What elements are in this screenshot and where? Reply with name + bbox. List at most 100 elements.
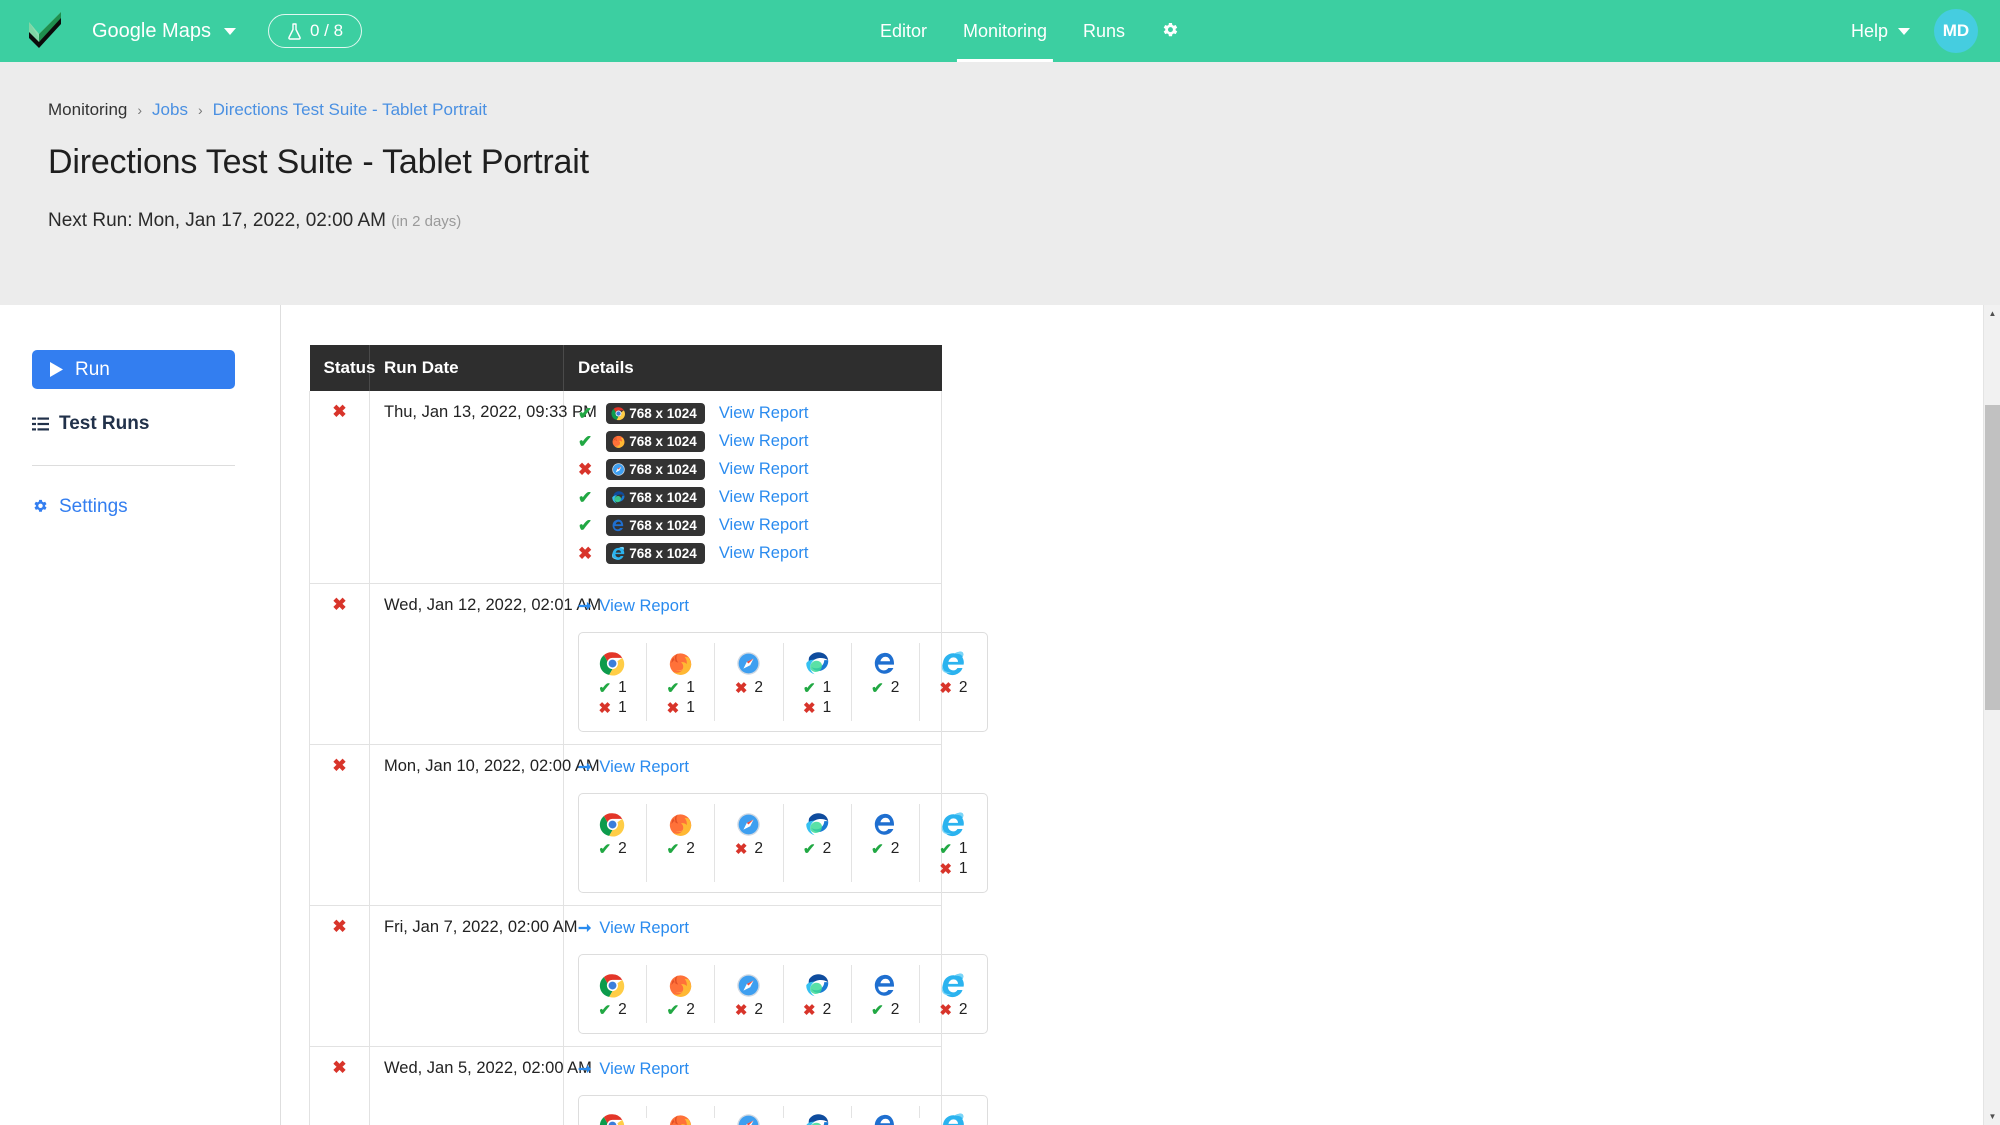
- next-run-info: Next Run: Mon, Jan 17, 2022, 02:00 AM (i…: [48, 210, 2000, 232]
- runs-table-container: Status Run Date Details ✖ Thu, Jan 13, 20…: [281, 305, 2000, 1125]
- sidebar-item-settings[interactable]: Settings: [32, 496, 235, 518]
- view-report-link[interactable]: View Report: [719, 404, 809, 423]
- pass-count: ✔ 2: [871, 840, 899, 858]
- sidebar-item-test-runs[interactable]: Test Runs: [32, 413, 235, 435]
- view-report-link[interactable]: View Report: [719, 544, 809, 563]
- pass-count-value: 2: [686, 840, 695, 857]
- scrollbar-thumb[interactable]: [1985, 405, 2000, 710]
- status-fail-icon: ✖: [578, 460, 593, 479]
- status-pass-icon: ✔: [598, 840, 612, 858]
- browser-summary-cell: ✔ 2: [579, 965, 648, 1023]
- nav-tab-monitoring[interactable]: Monitoring: [945, 0, 1065, 62]
- browser-icon-wrap: [872, 971, 899, 999]
- vertical-scrollbar[interactable]: ▲ ▼: [1983, 305, 2000, 1125]
- run-detail-line: ✔ 768 x 1024 View Report: [578, 403, 927, 424]
- test-count-pill[interactable]: 0 / 8: [267, 14, 363, 48]
- view-report-link[interactable]: ➞ View Report: [578, 757, 927, 777]
- internet-explorer-icon: [941, 812, 964, 836]
- firefox-icon: [612, 435, 625, 448]
- browser-icon-wrap: [735, 971, 762, 999]
- run-date-cell: Thu, Jan 13, 2022, 09:33 PM: [369, 391, 597, 584]
- run-status-cell: ✖: [309, 1046, 370, 1125]
- help-label: Help: [1850, 20, 1888, 41]
- sidebar-item-test-runs-label: Test Runs: [59, 413, 150, 434]
- run-details-cell: ➞ View Report ✔ 2 ✔ 2 ✖ 2: [563, 905, 988, 1047]
- status-fail-icon: ✖: [598, 699, 612, 717]
- nav-settings-button[interactable]: [1143, 0, 1198, 62]
- pass-count-value: 1: [618, 679, 627, 696]
- fail-count-value: 2: [958, 1001, 968, 1018]
- fail-count: ✖ 2: [803, 1001, 831, 1019]
- run-date-cell: Mon, Jan 10, 2022, 02:00 AM: [369, 744, 600, 906]
- browser-summary-cell: ✔ 2: [647, 965, 716, 1023]
- browser-summary-cell: ✔ 1 ✖ 1: [579, 643, 648, 721]
- fail-count: ✖ 1: [667, 699, 695, 717]
- view-report-label: View Report: [599, 918, 689, 937]
- resolution-label: 768 x 1024: [629, 546, 697, 561]
- safari-icon: [612, 463, 625, 476]
- avatar[interactable]: MD: [1934, 9, 1978, 53]
- fail-count: ✖ 2: [735, 1001, 763, 1019]
- pass-count-value: 2: [822, 840, 832, 857]
- run-button[interactable]: Run: [32, 350, 235, 389]
- status-pass-icon: ✔: [578, 432, 593, 451]
- nav-tab-editor[interactable]: Editor: [862, 0, 945, 62]
- browser-summary-cell: ✔ 1 ✖ 1: [647, 643, 716, 721]
- status-fail-icon: ✖: [578, 544, 593, 563]
- status-fail-icon: ✖: [332, 756, 347, 775]
- view-report-link[interactable]: View Report: [719, 432, 809, 451]
- breadcrumb-item-current[interactable]: Directions Test Suite - Tablet Portrait: [213, 100, 487, 120]
- browser-summary-cell: ✖ 2: [715, 643, 784, 721]
- view-report-link[interactable]: View Report: [719, 460, 809, 479]
- project-selector[interactable]: Google Maps: [92, 20, 236, 43]
- view-report-link[interactable]: ➞ View Report: [578, 596, 927, 616]
- internet-explorer-icon: [941, 651, 964, 675]
- browser-summary-box: ✔ 2 ✔ 2 ✖ 2 ✖ 2 ✔ 2 ✖ 2: [578, 954, 988, 1034]
- breadcrumb-item-jobs[interactable]: Jobs: [152, 100, 188, 120]
- view-report-link[interactable]: ➞ View Report: [578, 918, 927, 938]
- chevron-down-icon: [223, 27, 236, 35]
- fail-count-value: 2: [754, 679, 764, 696]
- app-logo[interactable]: [22, 8, 68, 54]
- help-menu[interactable]: Help: [1851, 21, 1910, 42]
- browser-icon-wrap: [667, 810, 694, 838]
- status-pass-icon: ✔: [666, 679, 680, 697]
- pass-count: ✔ 2: [667, 1001, 695, 1019]
- table-header-row: Status Run Date Details: [309, 345, 942, 391]
- edge-legacy-icon: [874, 813, 894, 835]
- status-fail-icon: ✖: [734, 1001, 748, 1019]
- chrome-icon: [600, 1114, 625, 1125]
- breadcrumb-separator: ›: [197, 102, 203, 118]
- project-name: Google Maps: [92, 19, 211, 42]
- browser-summary-cell: ✖ 2: [920, 965, 987, 1023]
- view-report-link[interactable]: View Report: [719, 516, 809, 535]
- browser-summary-cell: [579, 1106, 648, 1125]
- run-details-cell: ➞ View Report ✔ 1 ✖ 1 ✔ 1 ✖ 1 ✖ 2 ✔ 1 ✖ …: [563, 583, 988, 745]
- scroll-down-arrow[interactable]: ▼: [1984, 1108, 2000, 1125]
- view-report-link[interactable]: View Report: [719, 488, 809, 507]
- fail-count-value: 2: [958, 679, 968, 696]
- pass-count: ✔ 2: [803, 840, 831, 858]
- sidebar: Run Test Runs Settings: [0, 305, 281, 1125]
- internet-explorer-icon: [941, 973, 964, 997]
- scroll-up-arrow[interactable]: ▲: [1984, 305, 2000, 322]
- run-date-cell: Wed, Jan 12, 2022, 02:01 AM: [369, 583, 601, 745]
- table-row: ✖ Wed, Jan 12, 2022, 02:01 AM ➞ View Repo…: [309, 583, 988, 745]
- safari-icon: [737, 812, 761, 836]
- nav-tab-runs[interactable]: Runs: [1065, 0, 1143, 62]
- browser-icon-wrap: [735, 1112, 762, 1125]
- view-report-label: View Report: [599, 596, 689, 615]
- view-report-link[interactable]: ➞ View Report: [578, 1059, 927, 1079]
- view-report-label: View Report: [599, 1059, 689, 1078]
- resolution-badge: 768 x 1024: [606, 403, 705, 424]
- edge-legacy-icon: [874, 974, 894, 996]
- resolution-badge: 768 x 1024: [606, 431, 705, 452]
- breadcrumb-item-monitoring[interactable]: Monitoring: [48, 100, 127, 120]
- browser-summary-cell: ✔ 1 ✖ 1: [784, 643, 852, 721]
- resolution-badge: 768 x 1024: [606, 543, 705, 564]
- status-pass-icon: ✔: [871, 840, 884, 858]
- browser-summary-cell: ✔ 2: [852, 965, 920, 1023]
- status-pass-icon: ✔: [871, 679, 884, 697]
- browser-summary-box: ✔ 1 ✖ 1 ✔ 1 ✖ 1 ✖ 2 ✔ 1 ✖ 1 ✔ 2 ✖ 2: [578, 632, 988, 732]
- status-fail-icon: ✖: [332, 595, 347, 614]
